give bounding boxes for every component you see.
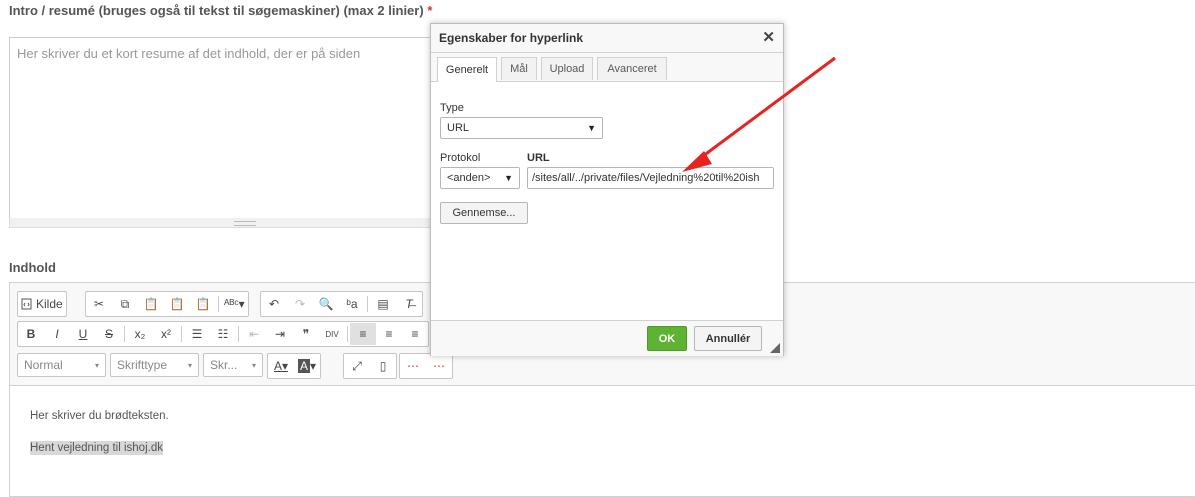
subscript-button[interactable]: x₂ bbox=[127, 323, 153, 345]
remove-format-icon[interactable]: T̶ bbox=[396, 293, 422, 315]
size-value: Skr... bbox=[210, 358, 238, 372]
cut-icon[interactable]: ✂ bbox=[86, 293, 112, 315]
content-label: Indhold bbox=[9, 260, 56, 275]
bullet-list-icon[interactable]: ☷ bbox=[210, 323, 236, 345]
close-icon[interactable]: ✕ bbox=[762, 28, 775, 46]
paste-text-icon[interactable]: 📋 bbox=[164, 293, 190, 315]
chevron-down-icon: ▼ bbox=[504, 173, 513, 183]
align-center-icon[interactable]: ≡ bbox=[376, 323, 402, 345]
outdent-icon[interactable]: ⇤ bbox=[241, 323, 267, 345]
indent-icon[interactable]: ⇥ bbox=[267, 323, 293, 345]
protocol-select[interactable]: <anden> ▼ bbox=[440, 167, 520, 189]
dialog-title: Egenskaber for hyperlink bbox=[439, 31, 584, 45]
strike-button[interactable]: S bbox=[96, 323, 122, 345]
bold-button[interactable]: B bbox=[18, 323, 44, 345]
show-blocks-icon[interactable]: ▯ bbox=[370, 355, 396, 377]
underline-button[interactable]: U bbox=[70, 323, 96, 345]
find-icon[interactable]: 🔍 bbox=[313, 293, 339, 315]
size-combo[interactable]: Skr... ▾ bbox=[203, 353, 263, 377]
break-group: ⋯ ⋯ bbox=[399, 353, 453, 379]
annotation-arrow-icon bbox=[682, 56, 836, 172]
color-group: A▾ A ▾ bbox=[267, 353, 321, 379]
chevron-down-icon: ▼ bbox=[587, 123, 596, 133]
maximize-icon[interactable]: ⤢ bbox=[344, 355, 370, 377]
redo-icon[interactable]: ↷ bbox=[287, 293, 313, 315]
source-label: Kilde bbox=[36, 297, 63, 311]
copy-icon[interactable]: ⧉ bbox=[112, 293, 138, 315]
protocol-label: Protokol bbox=[440, 152, 481, 164]
chevron-down-icon: ▾ bbox=[251, 360, 256, 370]
select-all-icon[interactable]: ▤ bbox=[370, 293, 396, 315]
paragraph: Her skriver du brødteksten. bbox=[30, 410, 169, 422]
required-mark: * bbox=[427, 3, 433, 18]
source-icon bbox=[21, 298, 32, 310]
page-break-icon[interactable]: ⋯ bbox=[400, 355, 426, 377]
spellcheck-icon[interactable]: ᴬᴮᶜ▾ bbox=[221, 293, 248, 315]
type-label: Type bbox=[440, 102, 464, 114]
numbered-list-icon[interactable]: ☰ bbox=[184, 323, 210, 345]
align-left-icon[interactable]: ≡ bbox=[350, 323, 376, 345]
dialog-footer: OK Annullér bbox=[431, 320, 783, 356]
replace-icon[interactable]: ᵇa bbox=[339, 293, 365, 315]
format-value: Normal bbox=[24, 358, 63, 372]
div-container-icon[interactable]: DIV bbox=[319, 323, 345, 345]
chevron-down-icon: ▾ bbox=[94, 360, 99, 370]
intro-placeholder: Her skriver du et kort resume af det ind… bbox=[17, 46, 361, 61]
align-right-icon[interactable]: ≡ bbox=[402, 323, 428, 345]
paste-icon[interactable]: 📋 bbox=[138, 293, 164, 315]
tab-maal[interactable]: Mål bbox=[501, 57, 537, 80]
browse-button[interactable]: Gennemse... bbox=[440, 202, 528, 224]
tab-avanceret[interactable]: Avanceret bbox=[597, 57, 667, 80]
undo-icon[interactable]: ↶ bbox=[261, 293, 287, 315]
clipboard-group: ✂ ⧉ 📋 📋 📋 ᴬᴮᶜ▾ bbox=[85, 291, 249, 317]
superscript-button[interactable]: x² bbox=[153, 323, 179, 345]
blockquote-icon[interactable]: ❞ bbox=[293, 323, 319, 345]
text-color-icon[interactable]: A▾ bbox=[268, 355, 294, 377]
url-label: URL bbox=[527, 152, 550, 164]
read-more-icon[interactable]: ⋯ bbox=[426, 355, 452, 377]
font-combo[interactable]: Skrifttype ▾ bbox=[110, 353, 199, 377]
editor-content[interactable]: Her skriver du brødteksten. Hent vejledn… bbox=[10, 386, 1195, 496]
cancel-button[interactable]: Annullér bbox=[694, 326, 762, 351]
selected-link-text[interactable]: Hent vejledning til ishoj.dk bbox=[30, 441, 163, 455]
type-select[interactable]: URL ▼ bbox=[440, 117, 603, 139]
tab-generelt[interactable]: Generelt bbox=[437, 57, 497, 82]
undo-group: ↶ ↷ 🔍 ᵇa ▤ T̶ bbox=[260, 291, 423, 317]
font-value: Skrifttype bbox=[117, 358, 168, 372]
source-group: Kilde bbox=[17, 291, 67, 317]
textarea-resize-grip[interactable] bbox=[9, 218, 439, 228]
format-combo[interactable]: Normal ▾ bbox=[17, 353, 106, 377]
protocol-value: <anden> bbox=[447, 172, 491, 184]
resize-handle-icon[interactable] bbox=[770, 343, 780, 353]
tools-group: ⤢ ▯ bbox=[343, 353, 397, 379]
intro-label: Intro / resumé (bruges også til tekst ti… bbox=[9, 3, 432, 18]
italic-button[interactable]: I bbox=[44, 323, 70, 345]
bg-color-icon[interactable]: A ▾ bbox=[294, 355, 320, 377]
intro-textarea[interactable]: Her skriver du et kort resume af det ind… bbox=[9, 37, 439, 220]
intro-label-text: Intro / resumé (bruges også til tekst ti… bbox=[9, 3, 424, 18]
tab-upload[interactable]: Upload bbox=[541, 57, 593, 80]
dialog-titlebar[interactable]: Egenskaber for hyperlink ✕ bbox=[431, 24, 783, 53]
source-button[interactable]: Kilde bbox=[18, 293, 66, 315]
basic-styles-group: B I U S x₂ x² ☰ ☷ ⇤ ⇥ ❞ DIV ≡ ≡ ≡ bbox=[17, 321, 429, 347]
paste-word-icon[interactable]: 📋 bbox=[190, 293, 216, 315]
type-value: URL bbox=[447, 122, 470, 134]
ok-button[interactable]: OK bbox=[647, 326, 687, 351]
chevron-down-icon: ▾ bbox=[187, 360, 192, 370]
